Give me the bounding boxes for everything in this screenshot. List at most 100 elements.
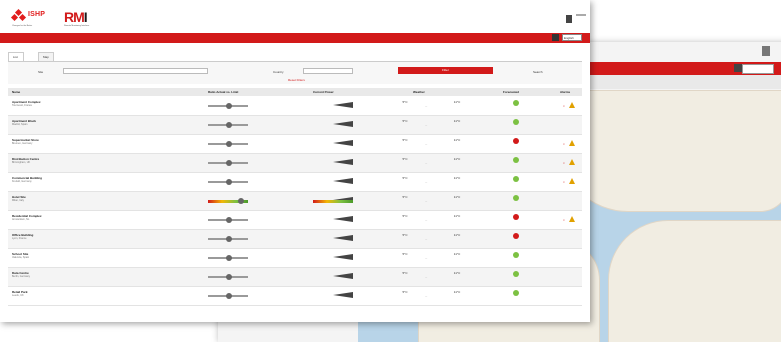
ratio-knob	[226, 236, 232, 242]
country-select[interactable]	[303, 68, 353, 74]
ratio-slider	[208, 217, 248, 223]
ratio-slider	[208, 236, 248, 242]
language-icon	[552, 34, 559, 41]
weather-now: 5°C	[402, 214, 408, 218]
trend-icon: ~	[425, 199, 428, 204]
forecast-status-icon	[513, 138, 519, 144]
capacity-indicator	[333, 102, 353, 108]
site-location: Birmingham, UK	[12, 161, 31, 164]
language-select[interactable]: English	[562, 34, 582, 41]
table-row[interactable]: Apartment Block Madrid, Spain 5°C 11°C ~	[8, 116, 582, 141]
status-flags	[12, 204, 32, 217]
warning-icon[interactable]	[569, 159, 575, 165]
table-row[interactable]: Supermarket Store Bremen, Germany 5°C 11°C ~…	[8, 135, 582, 160]
user-icon[interactable]	[566, 15, 572, 23]
status-flags	[12, 261, 17, 274]
ratio-slider	[208, 141, 248, 147]
table-row[interactable]: Office Building Lyon, France 5°C 11°C ~	[8, 230, 582, 255]
status-flags	[12, 280, 17, 293]
warning-icon[interactable]	[569, 140, 575, 146]
site-label: Site	[38, 70, 44, 74]
status-flags	[12, 166, 22, 179]
trend-icon: ~	[425, 275, 428, 280]
product-logo: RMI	[64, 9, 88, 25]
site-location: Madrid, Spain	[12, 123, 28, 126]
weather-forecast: 11°C	[453, 252, 461, 256]
trend-icon: ~	[425, 123, 428, 128]
brand-tagline: Changes for the Better	[12, 25, 33, 27]
brand-name: ISHP	[28, 11, 46, 18]
weather-now: 5°C	[402, 195, 408, 199]
forecast-status-icon	[513, 233, 519, 239]
ratio-knob	[226, 160, 232, 166]
trend-icon: ~	[425, 180, 428, 185]
warning-icon[interactable]	[569, 102, 575, 108]
site-location: Valencia, Spain	[12, 256, 30, 259]
table-row[interactable]: School Site Valencia, Spain 5°C 11°C ~	[8, 249, 582, 274]
table-row[interactable]: Retail Park Leeds, UK 5°C 11°C ~	[8, 287, 582, 306]
weather-now: 5°C	[402, 119, 408, 123]
alarm-count: ×	[563, 104, 565, 108]
language-icon	[734, 64, 742, 72]
site-location: Berlin, Germany	[12, 275, 31, 278]
warning-icon[interactable]	[569, 216, 575, 222]
col-ratio[interactable]: Ratio Actual vs. Limit	[208, 88, 238, 96]
table-row[interactable]: Apartment Complex Tournesol, France 5°C 11°…	[8, 97, 582, 122]
col-name[interactable]: Name	[12, 88, 20, 96]
capacity-indicator	[333, 121, 353, 127]
reset-filters-link[interactable]: Reset Filters	[288, 78, 305, 82]
site-location: Leeds, UK	[12, 294, 24, 297]
status-flags	[12, 185, 17, 198]
alarm-count: ×	[563, 142, 565, 146]
trend-icon: ~	[425, 142, 428, 147]
user-icon[interactable]	[762, 46, 770, 56]
table-row[interactable]: Hotel Site Milan, Italy 5°C 11°C ~	[8, 192, 582, 217]
ratio-knob	[226, 255, 232, 261]
ratio-knob	[226, 103, 232, 109]
table-row[interactable]: Distribution Centre Birmingham, UK 5°C 11°C…	[8, 154, 582, 179]
weather-forecast: 11°C	[453, 271, 461, 275]
table-row[interactable]: Data Centre Berlin, Germany 5°C 11°C ~	[8, 268, 582, 293]
weather-now: 5°C	[402, 176, 408, 180]
filter-button[interactable]: Filter	[398, 67, 493, 74]
forecast-status-icon	[513, 290, 519, 296]
ratio-slider	[208, 198, 248, 204]
col-alarms[interactable]: Alarms	[560, 88, 570, 96]
table-row[interactable]: Residential Complex Amsterdam, NL 5°C 11°C ~…	[8, 211, 582, 236]
status-flags	[12, 147, 17, 160]
weather-forecast: 11°C	[453, 176, 461, 180]
site-location: Lyon, France	[12, 237, 27, 240]
weather-forecast: 11°C	[453, 157, 461, 161]
ratio-slider	[208, 160, 248, 166]
ratio-slider	[208, 255, 248, 261]
capacity-indicator	[333, 178, 353, 184]
capacity-indicator	[333, 216, 353, 222]
trend-icon: ~	[425, 237, 428, 242]
language-select[interactable]	[742, 64, 774, 74]
site-input[interactable]	[63, 68, 208, 74]
forecast-status-icon	[513, 271, 519, 277]
warning-icon[interactable]	[569, 178, 575, 184]
ratio-knob	[226, 274, 232, 280]
col-capacity[interactable]: Current Power	[313, 88, 334, 96]
list-view-window: ISHP Changes for the Better RMI Remote M…	[0, 0, 590, 322]
weather-now: 5°C	[402, 290, 408, 294]
trend-icon: ~	[425, 104, 428, 109]
col-weather[interactable]: Weather	[413, 88, 425, 96]
top-red-bar	[0, 33, 590, 43]
user-menu[interactable]	[576, 14, 586, 16]
weather-now: 5°C	[402, 138, 408, 142]
forecast-status-icon	[513, 119, 519, 125]
col-forecast[interactable]: Forecasted	[503, 88, 519, 96]
weather-forecast: 11°C	[453, 100, 461, 104]
ratio-knob	[226, 122, 232, 128]
alarm-count: ×	[563, 218, 565, 222]
capacity-bar	[313, 200, 353, 203]
table-row[interactable]: Commercial Building Krefeld, Germany 5°C 11…	[8, 173, 582, 198]
ratio-slider	[208, 179, 248, 185]
trend-icon: ~	[425, 218, 428, 223]
site-location: Milan, Italy	[12, 199, 24, 202]
site-location: Krefeld, Germany	[12, 180, 32, 183]
alarm-count: ×	[563, 180, 565, 184]
weather-now: 5°C	[402, 100, 408, 104]
